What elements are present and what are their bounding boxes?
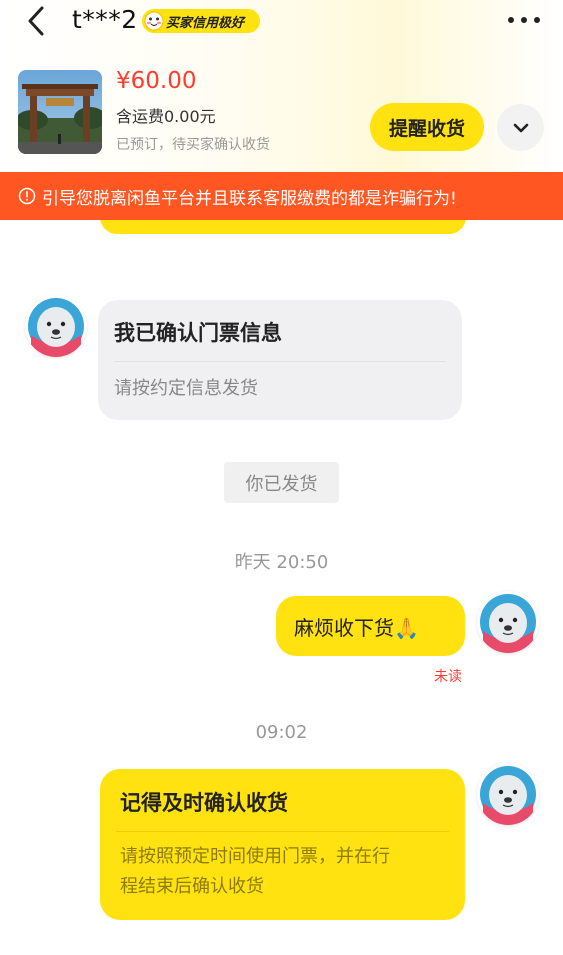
- card-divider: [116, 831, 449, 832]
- credit-badge: 买家信用极好: [142, 9, 260, 33]
- confirm-receipt-reminder-card[interactable]: 记得及时确认收货 请按照预定时间使用门票，并在行 程结束后确认收货: [100, 769, 465, 920]
- back-arrow-icon: [28, 6, 44, 36]
- order-status: 已预订，待买家确认收货: [116, 137, 270, 153]
- ticket-confirm-title: 我已确认门票信息: [114, 321, 282, 345]
- more-button[interactable]: [506, 12, 542, 26]
- reminder-card-body-line1: 请按照预定时间使用门票，并在行: [120, 846, 390, 867]
- seller-avatar[interactable]: [25, 295, 87, 357]
- order-price: ¥60.00: [116, 68, 197, 94]
- product-image-icon: [18, 70, 102, 154]
- my-message-bubble[interactable]: 麻烦收下货🙏: [276, 596, 465, 656]
- fraud-warning-banner: 引导您脱离闲鱼平台并且联系客服缴费的都是诈骗行为!: [0, 172, 563, 220]
- warning-text: 引导您脱离闲鱼平台并且联系客服缴费的都是诈骗行为!: [42, 188, 457, 209]
- my-avatar[interactable]: [477, 591, 539, 653]
- back-button[interactable]: [22, 4, 52, 38]
- reminder-card-body-line2: 程结束后确认收货: [120, 876, 264, 897]
- timestamp-yesterday: 昨天 20:50: [234, 552, 329, 573]
- shipped-notice: 你已发货: [224, 462, 339, 503]
- more-icon: [508, 17, 540, 23]
- credit-badge-label: 买家信用极好: [166, 15, 245, 31]
- warning-icon: [18, 187, 36, 205]
- seal-avatar-icon: [28, 298, 84, 357]
- expand-button[interactable]: [497, 104, 544, 151]
- emoji-face-icon: [144, 11, 164, 31]
- ticket-confirm-body: 请按约定信息发货: [114, 378, 258, 399]
- unread-status: 未读: [434, 669, 462, 685]
- chat-header: t***2 买家信用极好 ¥60.00 含运费0.00元 已预订，待买家确认收货…: [0, 0, 563, 172]
- product-thumbnail[interactable]: [18, 70, 102, 154]
- chat-page: t***2 买家信用极好 ¥60.00 含运费0.00元 已预订，待买家确认收货…: [0, 0, 563, 955]
- card-divider: [114, 361, 446, 362]
- ticket-confirm-card[interactable]: 我已确认门票信息 请按约定信息发货: [98, 300, 462, 420]
- timestamp-today: 09:02: [255, 722, 308, 743]
- my-message-text: 麻烦收下货🙏: [294, 615, 419, 640]
- shipping-fee: 含运费0.00元: [116, 107, 216, 126]
- chevron-down-icon: [513, 123, 528, 132]
- seller-nickname[interactable]: t***2: [72, 5, 138, 34]
- seal-avatar-icon: [480, 594, 536, 653]
- seal-avatar-icon: [480, 766, 536, 825]
- remind-receipt-button[interactable]: 提醒收货: [370, 103, 484, 151]
- reminder-card-title: 记得及时确认收货: [120, 791, 288, 815]
- my-avatar[interactable]: [477, 763, 539, 825]
